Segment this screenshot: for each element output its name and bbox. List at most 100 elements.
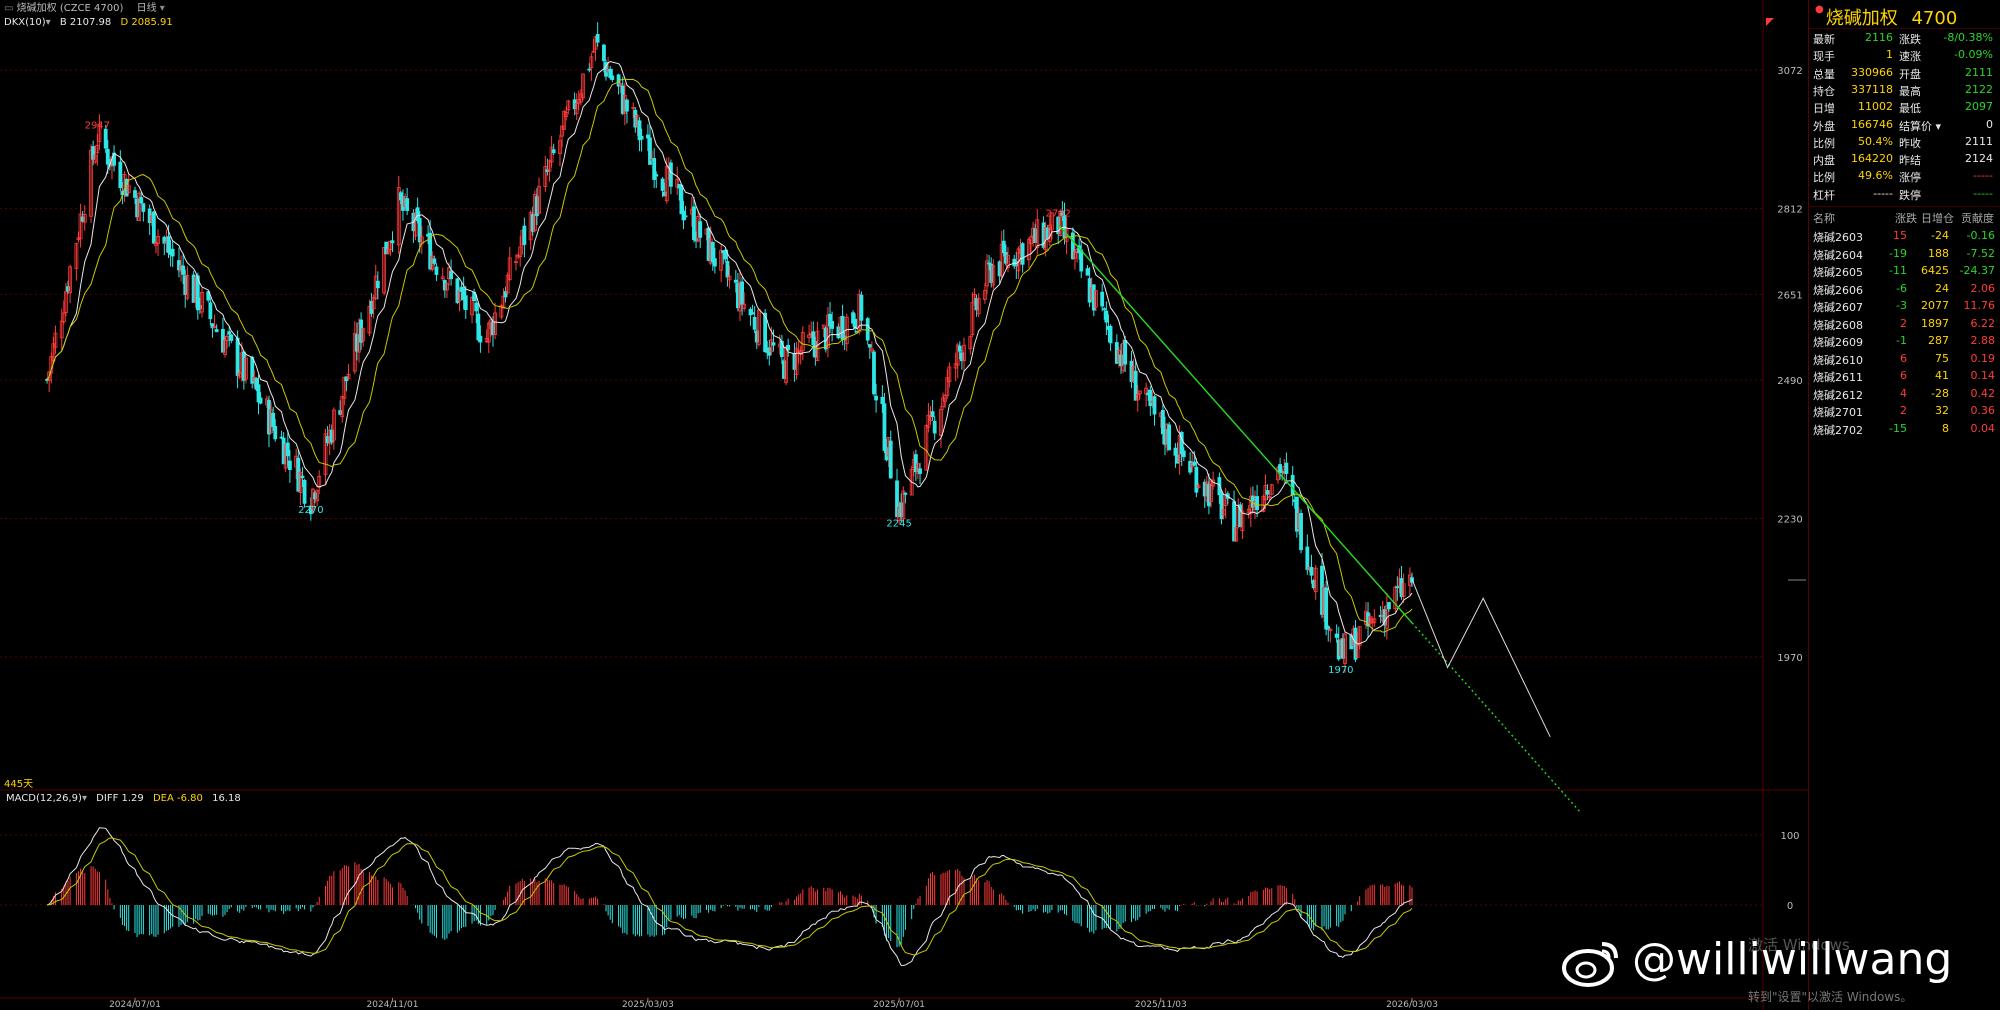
contract-name: 烧碱2603 <box>1813 231 1863 244</box>
contract-change: -15 <box>1889 421 1907 435</box>
candle-body <box>880 396 885 404</box>
candle-body <box>1387 602 1391 610</box>
candle-body <box>712 258 717 267</box>
contract-row[interactable]: 烧碱2607 -3 2077 11.76 <box>1809 298 2000 315</box>
quote-row: 比例 50.4% 昨收 2111 <box>1809 134 2000 151</box>
candle-body <box>736 283 740 309</box>
candle-body <box>888 440 893 479</box>
macd-dea-line <box>47 837 1413 956</box>
candle-body <box>698 221 703 238</box>
candle-body <box>654 174 659 177</box>
contract-contribution: 0.14 <box>1970 369 1996 382</box>
candle-body <box>1399 578 1404 598</box>
quote-value: 0 <box>1986 117 1993 131</box>
contract-row[interactable]: 烧碱2609 -1 287 2.88 <box>1809 333 2000 350</box>
quote-label: 昨结 <box>1899 154 1921 168</box>
chevron-down-icon[interactable]: ▾ <box>46 17 51 28</box>
trendline-extension <box>1411 622 1580 812</box>
quote-value: 2122 <box>1965 82 1993 96</box>
chevron-down-icon[interactable]: ▾ <box>82 793 87 804</box>
contract-contribution: 2.06 <box>1970 281 1996 295</box>
quote-label: 总量 <box>1813 67 1835 81</box>
candle-body <box>1119 354 1123 367</box>
candle-body <box>325 436 330 444</box>
period-label[interactable]: 日线 <box>137 3 157 14</box>
candle-body <box>669 162 673 187</box>
quote-row: 最新 2116 涨跌 -8/0.38% <box>1809 30 2000 47</box>
macd-label[interactable]: MACD(12,26,9) <box>6 793 82 804</box>
candle-body <box>355 334 359 352</box>
quote-label: 涨跌 <box>1899 33 1921 46</box>
candle-body <box>989 263 994 283</box>
divider <box>1809 28 2000 29</box>
contract-oi-change: 287 <box>1928 334 1949 347</box>
candle-body <box>771 342 776 346</box>
quote-value: 2097 <box>1965 100 1993 114</box>
kline-chart[interactable]: 3072281226512490223019702024/07/01 2024/1… <box>0 0 1808 1010</box>
quote-row: 杠杆 ----- 跌停 ----- <box>1809 186 2000 203</box>
candle-body <box>91 146 96 160</box>
contract-row[interactable]: 烧碱2606 -6 24 2.06 <box>1809 281 2000 298</box>
dkx-label[interactable]: DKX(10) <box>4 17 46 28</box>
candle-body <box>782 360 786 379</box>
candle-body <box>417 218 422 243</box>
macd-diff-line <box>46 827 1413 967</box>
macd-dea-value: -6.80 <box>177 793 203 804</box>
candle-body <box>639 135 644 140</box>
quote-label: 日增 <box>1813 102 1835 116</box>
candle-body <box>660 178 665 191</box>
contract-row[interactable]: 烧碱2612 4 -28 0.42 <box>1809 386 2000 403</box>
contract-change: -1 <box>1896 334 1907 347</box>
candle-body <box>522 225 527 245</box>
contract-oi-change: 32 <box>1935 404 1949 417</box>
contract-row[interactable]: 烧碱2702 -15 8 0.04 <box>1809 421 2000 438</box>
kline-chart-area[interactable]: 3072 2812 2651 2490 2230 1970 2024/07/01 2024/1… <box>0 0 1808 1010</box>
candle-body <box>1290 475 1295 496</box>
candle-body <box>267 400 271 435</box>
quote-label: 持仓 <box>1813 84 1835 98</box>
candle-body <box>197 305 202 310</box>
candle-body <box>285 442 290 457</box>
candle-body <box>1173 447 1178 456</box>
contract-contribution: 2.88 <box>1970 334 1996 347</box>
candle-body <box>1091 284 1096 311</box>
macd-tick-label: 0 <box>1787 901 1793 912</box>
candle-body <box>625 99 629 112</box>
candle-body <box>281 437 286 465</box>
quote-value: -0.09% <box>1954 48 1993 62</box>
candle-body <box>836 326 841 339</box>
contract-oi-change: 8 <box>1942 421 1949 435</box>
contract-row[interactable]: 烧碱2610 6 75 0.19 <box>1809 351 2000 368</box>
quote-label: 昨收 <box>1899 136 1921 150</box>
candle-body <box>1133 370 1138 401</box>
candle-body <box>903 492 908 495</box>
contract-contribution: 6.22 <box>1970 316 1996 330</box>
quote-value: 2116 <box>1865 31 1893 44</box>
divider <box>1809 206 2000 207</box>
contract-row[interactable]: 烧碱2603 15 -24 -0.16 <box>1809 228 2000 245</box>
candle-body <box>183 275 188 295</box>
macd-legend: MACD(12,26,9)▾ DIFF 1.29 DEA -6.80 16.18 <box>6 792 241 806</box>
candle-body <box>141 203 146 212</box>
contract-contribution: -24.37 <box>1959 264 1995 277</box>
contract-row[interactable]: 烧碱2701 2 32 0.36 <box>1809 403 2000 420</box>
candle-body <box>681 210 686 221</box>
quote-label: 比例 <box>1813 171 1835 185</box>
contract-row[interactable]: 烧碱2608 2 1897 6.22 <box>1809 316 2000 333</box>
chevron-down-icon[interactable]: ▾ <box>160 3 165 14</box>
dkx-d-label: D <box>120 17 129 28</box>
contract-contribution: 11.76 <box>1963 299 1996 312</box>
candle-body <box>1202 481 1207 497</box>
candle-body <box>853 318 858 329</box>
quote-title: ● 烧碱加权 4700 <box>1815 4 1957 30</box>
candle-body <box>1320 565 1324 615</box>
contract-oi-change: 41 <box>1935 369 1949 382</box>
contract-row[interactable]: 烧碱2611 6 41 0.14 <box>1809 368 2000 385</box>
contract-row[interactable]: 烧碱2604 -19 188 -7.52 <box>1809 246 2000 263</box>
contract-oi-change: 188 <box>1928 246 1949 260</box>
macd-tick-label: 100 <box>1780 831 1799 842</box>
candle-body <box>1100 291 1105 307</box>
contract-row[interactable]: 烧碱2605 -11 6425 -24.37 <box>1809 263 2000 280</box>
contracts-header-contrib: 贡献度 <box>1961 212 1994 225</box>
candle-body <box>679 184 684 215</box>
